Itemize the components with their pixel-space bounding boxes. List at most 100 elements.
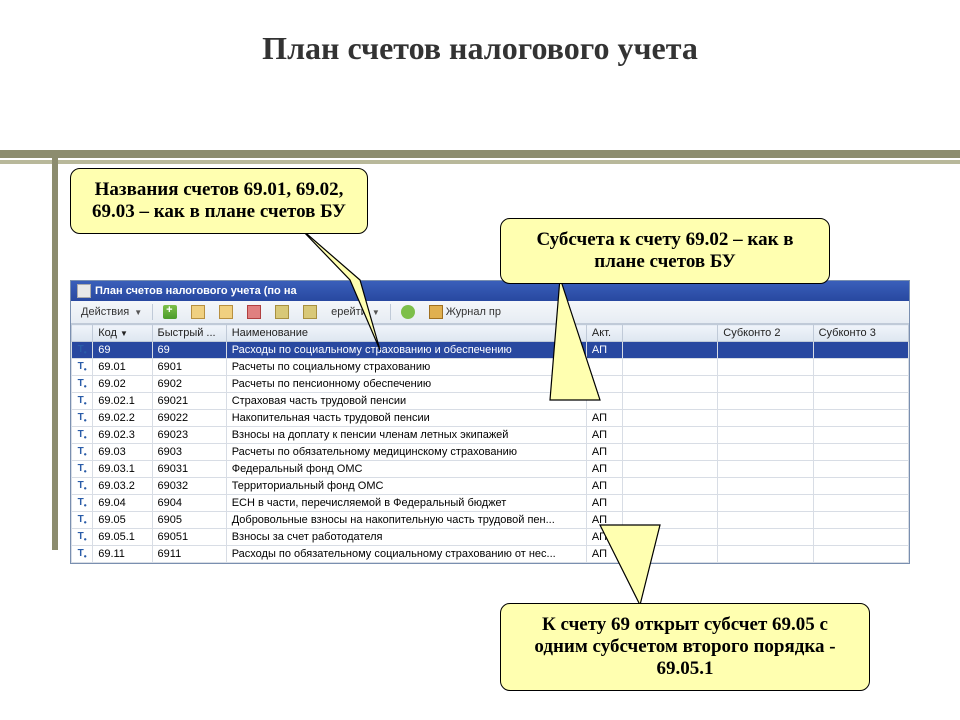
copy-icon xyxy=(219,305,233,319)
cell-sub3 xyxy=(813,546,908,563)
cell-bystr: 6911 xyxy=(152,546,226,563)
cell-bystr: 6901 xyxy=(152,359,226,376)
delete-icon xyxy=(247,305,261,319)
col-akt[interactable]: Акт. xyxy=(586,325,622,342)
table-row[interactable]: T•69.02.369023Взносы на доплату к пенсии… xyxy=(72,427,909,444)
cell-bystr: 6902 xyxy=(152,376,226,393)
table-row[interactable]: T•69.02.169021Страховая часть трудовой п… xyxy=(72,393,909,410)
table-row[interactable]: T•69.02.269022Накопительная часть трудов… xyxy=(72,410,909,427)
col-sub3[interactable]: Субконто 3 xyxy=(813,325,908,342)
cell-akt: АП xyxy=(586,546,622,563)
col-sub1[interactable] xyxy=(622,325,717,342)
cell-kod: 69.02.1 xyxy=(93,393,152,410)
table-row[interactable]: T• 69.016901Расчеты по социальному страхо… xyxy=(72,359,909,376)
table-row[interactable]: T•6969Расходы по социальному страхованию… xyxy=(72,342,909,359)
cell-naim: Взносы на доплату к пенсии членам летных… xyxy=(226,427,586,444)
cell-bystr: 6903 xyxy=(152,444,226,461)
table-row[interactable]: T•69.03.169031Федеральный фонд ОМСАП xyxy=(72,461,909,478)
cell-sub2 xyxy=(718,478,813,495)
toolbar: Действия ▼ ерейти ▼ Журнал пр xyxy=(71,301,909,324)
cell-sub1 xyxy=(622,546,717,563)
account-icon: T• xyxy=(78,446,87,457)
cell-sub1 xyxy=(622,393,717,410)
table-row[interactable]: T•69.056905Добровольные взносы на накопи… xyxy=(72,512,909,529)
cell-sub1 xyxy=(622,376,717,393)
cell-bystr: 6905 xyxy=(152,512,226,529)
window-title: План счетов налогового учета (по на xyxy=(95,285,297,297)
account-icon: T• xyxy=(78,412,87,423)
account-icon: T• xyxy=(78,378,87,389)
cell-sub3 xyxy=(813,529,908,546)
callout-account-names: Названия счетов 69.01, 69.02, 69.03 – ка… xyxy=(70,168,368,234)
cell-kod: 69.02.3 xyxy=(93,427,152,444)
edit-button[interactable] xyxy=(187,304,209,320)
col-kod[interactable]: Код ▼ xyxy=(93,325,152,342)
cell-akt: АП xyxy=(586,495,622,512)
cell-sub1 xyxy=(622,444,717,461)
account-icon: T• xyxy=(78,497,87,508)
cell-sub2 xyxy=(718,427,813,444)
cell-sub1 xyxy=(622,427,717,444)
goto-label: ерейти xyxy=(331,306,367,318)
cell-akt: АП xyxy=(586,461,622,478)
cell-akt: АП xyxy=(586,342,622,359)
cell-kod: 69.04 xyxy=(93,495,152,512)
cell-bystr: 69021 xyxy=(152,393,226,410)
cell-sub1 xyxy=(622,512,717,529)
cell-akt: АП xyxy=(586,444,622,461)
table-row[interactable]: T•69.05.169051Взносы за счет работодател… xyxy=(72,529,909,546)
callout-subaccount-6905: К счету 69 открыт субсчет 69.05 с одним … xyxy=(500,603,870,691)
cell-sub1 xyxy=(622,410,717,427)
account-icon: T• xyxy=(78,344,87,355)
cell-naim: Расчеты по социальному страхованию xyxy=(226,359,586,376)
separator xyxy=(152,304,153,320)
cell-kod: 69.03 xyxy=(93,444,152,461)
window-icon xyxy=(77,284,91,298)
filter-button[interactable] xyxy=(299,304,321,320)
cell-akt: АП xyxy=(586,529,622,546)
actions-menu[interactable]: Действия ▼ xyxy=(77,305,146,319)
copy-button[interactable] xyxy=(215,304,237,320)
cell-sub1 xyxy=(622,359,717,376)
refresh-icon xyxy=(401,305,415,319)
account-icon: T• xyxy=(78,361,87,372)
cell-sub2 xyxy=(718,444,813,461)
table-row[interactable]: T•69.03.269032Территориальный фонд ОМСАП xyxy=(72,478,909,495)
refresh-button[interactable] xyxy=(397,304,419,320)
cell-kod: 69.01 xyxy=(93,359,152,376)
cell-sub2 xyxy=(718,512,813,529)
table-row[interactable]: T•69.026902Расчеты по пенсионному обеспе… xyxy=(72,376,909,393)
cell-sub3 xyxy=(813,444,908,461)
table-row[interactable]: T•69.116911Расходы по обязательному соци… xyxy=(72,546,909,563)
cell-naim: Федеральный фонд ОМС xyxy=(226,461,586,478)
table-row[interactable]: T• 69.036903Расчеты по обязательному меди… xyxy=(72,444,909,461)
app-window: План счетов налогового учета (по на Дейс… xyxy=(70,280,910,564)
titlebar[interactable]: План счетов налогового учета (по на xyxy=(71,281,909,301)
hierarchy-button[interactable] xyxy=(271,304,293,320)
cell-bystr: 69 xyxy=(152,342,226,359)
add-button[interactable] xyxy=(159,304,181,320)
account-icon: T• xyxy=(78,548,87,559)
cell-kod: 69.05.1 xyxy=(93,529,152,546)
cell-naim: Территориальный фонд ОМС xyxy=(226,478,586,495)
cell-naim: Накопительная часть трудовой пенсии xyxy=(226,410,586,427)
table-row[interactable]: T•69.046904ЕСН в части, перечисляемой в … xyxy=(72,495,909,512)
accounts-grid[interactable]: Код ▼ Быстрый ... Наименование Акт. Субк… xyxy=(71,324,909,563)
col-sub2[interactable]: Субконто 2 xyxy=(718,325,813,342)
col-bystr[interactable]: Быстрый ... xyxy=(152,325,226,342)
cell-naim: Страховая часть трудовой пенсии xyxy=(226,393,586,410)
accent-bar xyxy=(0,150,960,158)
edit-icon xyxy=(191,305,205,319)
cell-sub3 xyxy=(813,512,908,529)
journal-button[interactable]: Журнал пр xyxy=(425,304,505,320)
goto-menu[interactable]: ерейти ▼ xyxy=(327,305,384,319)
col-naim[interactable]: Наименование xyxy=(226,325,586,342)
cell-sub1 xyxy=(622,529,717,546)
cell-akt xyxy=(586,393,622,410)
delete-button[interactable] xyxy=(243,304,265,320)
cell-sub2 xyxy=(718,359,813,376)
cell-sub2 xyxy=(718,376,813,393)
journal-label: Журнал пр xyxy=(446,306,501,318)
col-icon[interactable] xyxy=(72,325,93,342)
cell-naim: Расчеты по обязательному медицинскому ст… xyxy=(226,444,586,461)
